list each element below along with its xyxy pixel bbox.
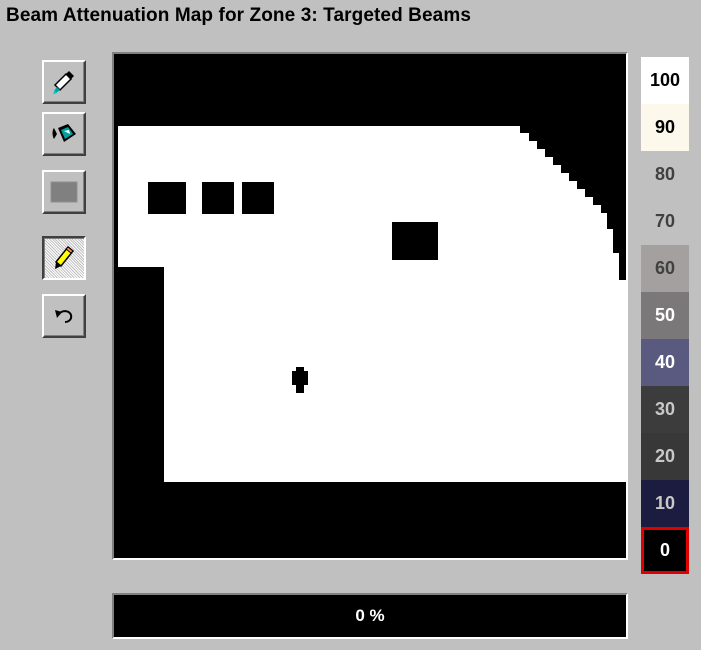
scale-swatch-60[interactable]: 60 bbox=[641, 245, 689, 292]
attenuation-scale: 100 90 80 70 60 50 40 30 20 10 0 bbox=[641, 57, 689, 574]
scale-swatch-70[interactable]: 70 bbox=[641, 198, 689, 245]
undo-button[interactable] bbox=[42, 294, 86, 338]
obstacle-block bbox=[202, 182, 234, 214]
scale-swatch-90[interactable]: 90 bbox=[641, 104, 689, 151]
scale-label: 30 bbox=[654, 399, 676, 419]
scale-label: 50 bbox=[654, 305, 676, 325]
obstacle-block bbox=[148, 182, 186, 214]
scale-label: 70 bbox=[654, 211, 676, 231]
scale-label: 40 bbox=[654, 352, 676, 372]
map-white-region bbox=[118, 126, 626, 482]
scale-swatch-0[interactable]: 0 bbox=[641, 527, 689, 574]
scale-swatch-80[interactable]: 80 bbox=[641, 151, 689, 198]
pencil-tool-button[interactable] bbox=[42, 236, 86, 280]
scale-swatch-30[interactable]: 30 bbox=[641, 386, 689, 433]
fill-tool-button[interactable] bbox=[42, 112, 86, 156]
scale-swatch-100[interactable]: 100 bbox=[641, 57, 689, 104]
scale-label: 100 bbox=[649, 70, 681, 90]
scale-swatch-50[interactable]: 50 bbox=[641, 292, 689, 339]
rectangle-icon bbox=[50, 181, 78, 203]
scale-swatch-40[interactable]: 40 bbox=[641, 339, 689, 386]
scale-label: 20 bbox=[654, 446, 676, 466]
paint-bucket-icon bbox=[50, 122, 78, 146]
progress-bar: 0 % bbox=[112, 593, 628, 639]
scale-swatch-10[interactable]: 10 bbox=[641, 480, 689, 527]
scale-label: 10 bbox=[654, 493, 676, 513]
pencil-icon bbox=[53, 245, 75, 271]
scale-label: 90 bbox=[654, 117, 676, 137]
eyedropper-tool-button[interactable] bbox=[42, 60, 86, 104]
attenuation-map-canvas[interactable] bbox=[112, 52, 628, 560]
undo-icon bbox=[53, 307, 75, 325]
eyedropper-icon bbox=[52, 69, 76, 95]
window-title: Beam Attenuation Map for Zone 3: Targete… bbox=[6, 5, 471, 26]
scale-label: 60 bbox=[654, 258, 676, 278]
progress-text: 0 % bbox=[355, 606, 385, 625]
scale-label: 0 bbox=[659, 540, 670, 560]
rectangle-tool-button[interactable] bbox=[42, 170, 86, 214]
scale-swatch-20[interactable]: 20 bbox=[641, 433, 689, 480]
obstacle-block bbox=[242, 182, 274, 214]
obstacle-block bbox=[392, 222, 438, 260]
scale-label: 80 bbox=[654, 164, 676, 184]
